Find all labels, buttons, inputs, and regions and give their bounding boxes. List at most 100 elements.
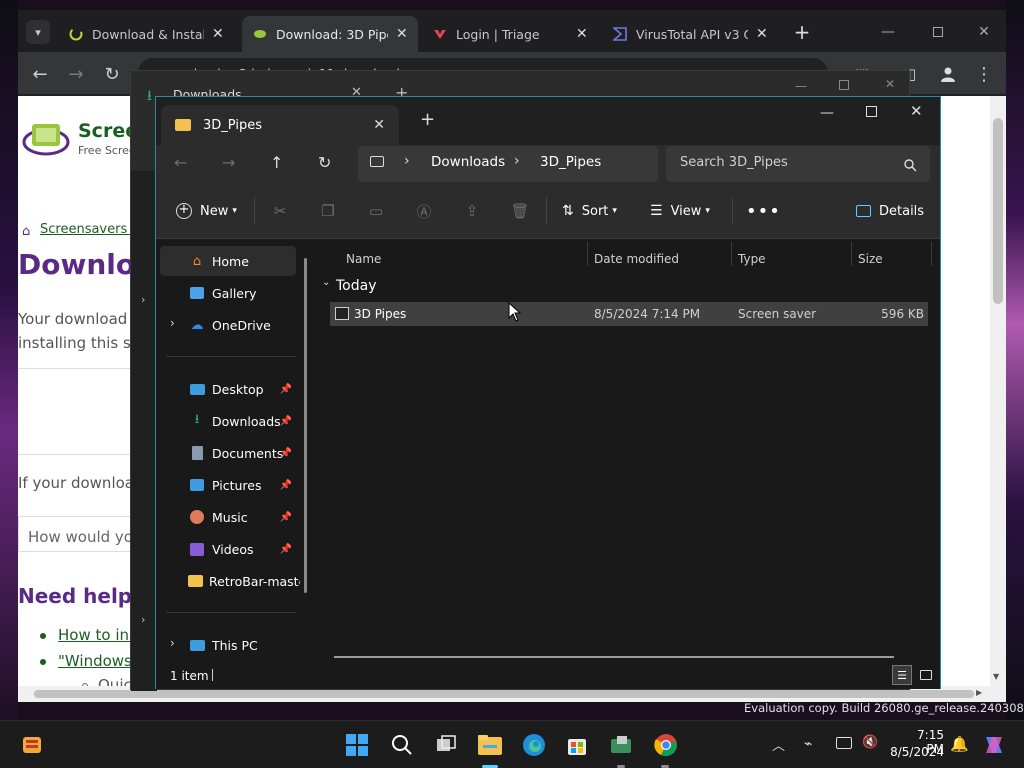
notification-bell-icon[interactable]: 🔔 — [950, 735, 969, 753]
minimize-button[interactable]: — — [820, 105, 834, 121]
help-link[interactable]: How to ins — [58, 626, 137, 644]
details-button[interactable]: Details — [856, 199, 924, 223]
view-button[interactable]: ☰ View ▾ — [650, 199, 710, 223]
pin-icon[interactable]: 📌 — [280, 448, 292, 459]
breadcrumb-downloads[interactable]: Downloads — [431, 154, 505, 170]
back-arrow-icon[interactable]: ← — [174, 153, 187, 172]
page-vertical-scrollbar[interactable]: ▼ — [990, 96, 1006, 686]
search-icon[interactable] — [388, 731, 416, 759]
close-tab-icon[interactable]: ✕ — [756, 26, 768, 42]
scrollbar-thumb[interactable] — [993, 118, 1003, 304]
nav-videos[interactable]: Videos 📌 — [160, 534, 296, 564]
details-view-toggle[interactable]: ☰ — [892, 665, 912, 685]
copy-icon[interactable]: ❐ — [318, 201, 338, 221]
nav-this-pc[interactable]: This PC — [160, 630, 296, 660]
browser-tab[interactable]: VirusTotal API v3 Ove ✕ — [602, 16, 782, 52]
close-button[interactable]: ✕ — [974, 22, 994, 42]
minimize-button[interactable]: — — [795, 79, 807, 93]
nav-pictures[interactable]: Pictures 📌 — [160, 470, 296, 500]
nav-gallery[interactable]: Gallery — [160, 278, 296, 308]
app-folder-icon[interactable] — [607, 731, 635, 759]
forward-arrow-icon[interactable]: → — [222, 153, 235, 172]
column-header-name[interactable]: Name — [346, 252, 381, 266]
close-button[interactable]: ✕ — [910, 102, 923, 120]
chrome-browser-icon[interactable] — [652, 731, 680, 759]
sort-button[interactable]: ⇅ Sort ▾ — [562, 199, 617, 223]
scrollbar-thumb[interactable] — [34, 690, 974, 698]
nav-home[interactable]: ⌂ Home — [160, 246, 296, 276]
maximize-button[interactable] — [866, 106, 877, 117]
paste-icon[interactable]: ▭ — [366, 201, 386, 221]
more-options-icon[interactable]: ••• — [746, 199, 781, 223]
file-explorer-taskbar-icon[interactable] — [476, 731, 504, 759]
group-header[interactable]: Today — [336, 278, 377, 294]
reload-icon[interactable]: ↻ — [100, 62, 124, 86]
new-tab-icon[interactable]: + — [420, 109, 435, 130]
menu-kebab-icon[interactable]: ⋮ — [972, 62, 996, 86]
pin-icon[interactable]: 📌 — [280, 544, 292, 555]
microsoft-store-icon[interactable] — [563, 731, 591, 759]
close-button[interactable]: ✕ — [885, 77, 895, 91]
show-hidden-icons-chevron-icon[interactable]: ︿ — [772, 735, 785, 754]
nav-documents[interactable]: Documents 📌 — [160, 438, 296, 468]
breadcrumb-bar[interactable] — [358, 146, 658, 182]
close-tab-icon[interactable]: ✕ — [576, 26, 588, 42]
pin-icon[interactable]: 📌 — [280, 416, 292, 427]
widgets-icon[interactable] — [18, 731, 46, 759]
minimize-button[interactable]: — — [878, 22, 898, 42]
monitor-icon[interactable] — [370, 156, 384, 167]
share-icon[interactable]: ⇪ — [462, 201, 482, 221]
group-collapse-chevron-icon[interactable]: ⌄ — [322, 277, 330, 288]
column-separator[interactable] — [931, 242, 932, 266]
maximize-button[interactable] — [839, 80, 849, 90]
network-off-icon[interactable]: ⌁ — [804, 736, 812, 752]
maximize-button[interactable] — [928, 22, 948, 42]
expand-chevron-icon[interactable]: › — [141, 293, 145, 306]
nav-downloads[interactable]: ⭳ Downloads 📌 — [160, 406, 296, 436]
up-arrow-icon[interactable]: ↑ — [270, 153, 283, 172]
refresh-icon[interactable]: ↻ — [318, 153, 331, 172]
tiles-view-toggle[interactable] — [916, 665, 936, 685]
new-button[interactable]: + New ▾ — [176, 199, 237, 223]
pin-icon[interactable]: 📌 — [280, 480, 292, 491]
browser-tab[interactable]: Download & Install - ✕ — [58, 16, 236, 52]
nav-retrobar[interactable]: RetroBar-master — [160, 566, 300, 596]
cut-icon[interactable]: ✂ — [270, 201, 290, 221]
close-tab-icon[interactable]: ✕ — [396, 26, 408, 42]
copilot-icon[interactable] — [980, 731, 1008, 759]
clock-date[interactable]: 8/5/2024 — [888, 745, 944, 759]
start-windows-icon[interactable] — [343, 731, 371, 759]
volume-mute-icon[interactable]: 🔇 — [862, 735, 878, 750]
column-separator[interactable] — [587, 242, 588, 266]
column-header-type[interactable]: Type — [738, 252, 766, 266]
expand-chevron-icon[interactable]: › — [141, 613, 145, 626]
forward-arrow-icon[interactable]: → — [64, 62, 88, 86]
back-arrow-icon[interactable]: ← — [28, 62, 52, 86]
new-tab-button[interactable]: + — [790, 20, 814, 44]
column-separator[interactable] — [731, 242, 732, 266]
rename-icon[interactable]: Ⓐ — [414, 201, 434, 221]
profile-icon[interactable] — [936, 62, 960, 86]
close-tab-icon[interactable]: ✕ — [373, 117, 385, 133]
pin-icon[interactable]: 📌 — [280, 384, 292, 395]
close-tab-icon[interactable]: ✕ — [212, 26, 224, 42]
column-separator[interactable] — [851, 242, 852, 266]
explorer-tab[interactable]: 3D_Pipes ✕ — [161, 105, 399, 145]
horizontal-scrollbar[interactable] — [334, 656, 894, 658]
nav-music[interactable]: Music 📌 — [160, 502, 296, 532]
column-header-date[interactable]: Date modified — [594, 252, 679, 266]
breadcrumb-3d-pipes[interactable]: 3D_Pipes — [540, 154, 601, 170]
nav-scrollbar[interactable] — [304, 258, 307, 593]
help-link[interactable]: "Windows — [58, 652, 132, 670]
scroll-down-arrow-icon[interactable]: ▼ — [993, 672, 999, 681]
task-view-icon[interactable] — [432, 731, 460, 759]
display-icon[interactable] — [836, 737, 852, 749]
tab-search-button[interactable]: ▾ — [26, 20, 50, 44]
pin-icon[interactable]: 📌 — [280, 512, 292, 523]
edge-browser-icon[interactable] — [520, 731, 548, 759]
nav-desktop[interactable]: Desktop 📌 — [160, 374, 296, 404]
browser-tab[interactable]: Login | Triage ✕ — [422, 16, 598, 52]
scroll-right-arrow-icon[interactable]: ▶ — [976, 688, 982, 697]
column-header-size[interactable]: Size — [858, 252, 883, 266]
delete-icon[interactable]: 🗑 — [510, 201, 530, 221]
